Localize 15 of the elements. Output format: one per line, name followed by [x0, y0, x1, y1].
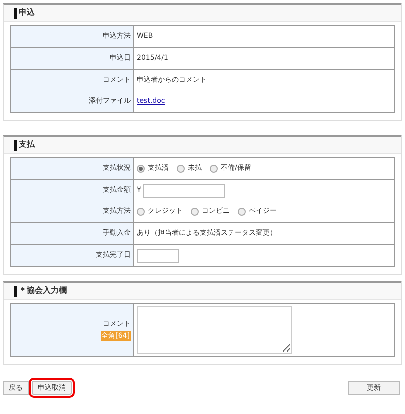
section-title: 支払	[19, 139, 35, 151]
radio-button[interactable]	[137, 164, 145, 172]
radio-button[interactable]	[238, 208, 246, 216]
radio-button[interactable]	[137, 208, 145, 216]
radio-button[interactable]	[210, 164, 218, 172]
section-title: 申込	[19, 7, 35, 19]
section-marker	[14, 140, 17, 150]
amount-field[interactable]	[143, 184, 226, 198]
section-marker	[14, 286, 17, 296]
radio-button[interactable]	[191, 208, 199, 216]
comment-field[interactable]	[137, 306, 292, 354]
section-title: ＊協会入力欄	[19, 285, 67, 297]
radio-button[interactable]	[177, 164, 185, 172]
date-field[interactable]	[137, 248, 179, 262]
section-marker	[14, 8, 17, 18]
